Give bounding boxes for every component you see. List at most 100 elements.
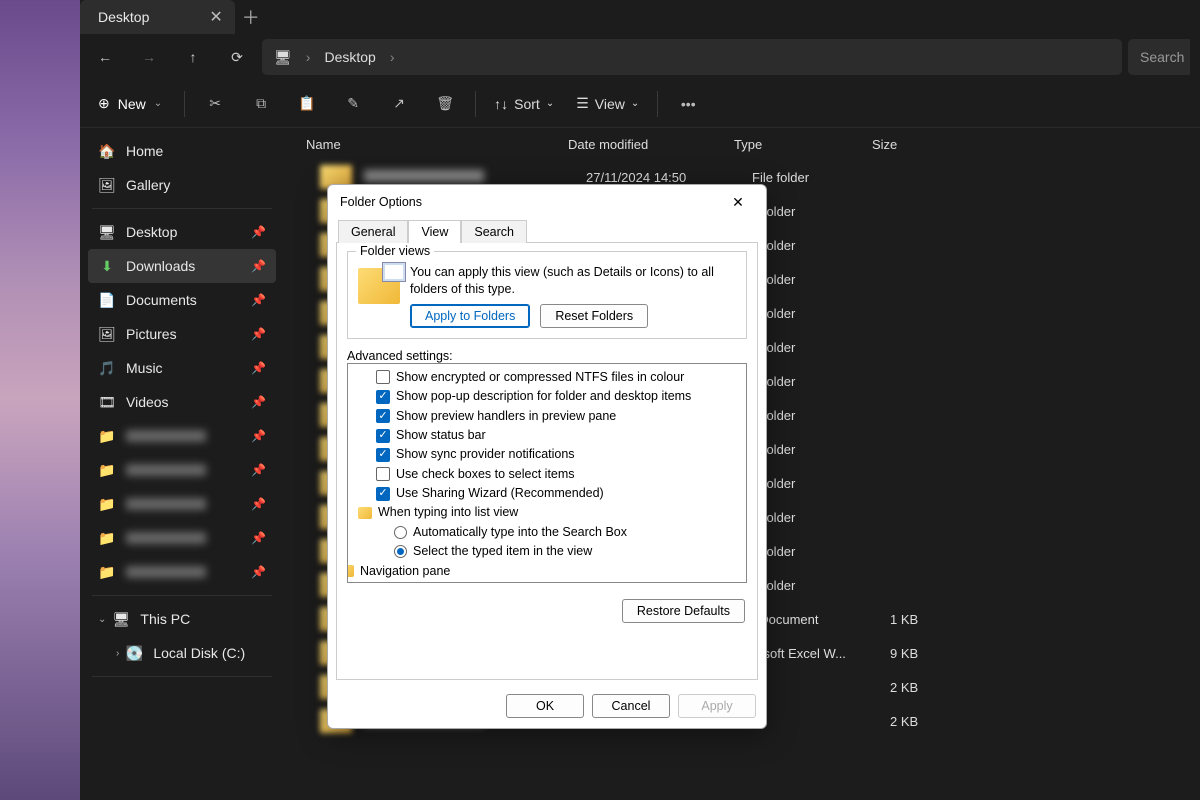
checkbox[interactable] bbox=[376, 467, 390, 481]
col-date[interactable]: Date modified bbox=[568, 137, 734, 152]
checkbox[interactable]: ✓ bbox=[376, 487, 390, 501]
ok-button[interactable]: OK bbox=[506, 694, 584, 718]
setting-row[interactable]: Always show availability status bbox=[376, 581, 740, 583]
folder-options-dialog: Folder Options ✕ General View Search Fol… bbox=[327, 184, 767, 729]
setting-row[interactable]: Navigation pane bbox=[358, 562, 740, 581]
dialog-footer: OK Cancel Apply bbox=[328, 688, 766, 728]
new-button[interactable]: ⊕ New ⌄ bbox=[86, 89, 174, 118]
back-button[interactable]: ← bbox=[86, 38, 124, 76]
pin-icon: 📌 bbox=[251, 429, 266, 443]
tab-search[interactable]: Search bbox=[461, 220, 527, 243]
file-type: e folder bbox=[752, 340, 890, 355]
setting-label: Show encrypted or compressed NTFS files … bbox=[396, 368, 684, 387]
delete-button[interactable]: 🗑 bbox=[425, 84, 465, 124]
search-input[interactable]: Search bbox=[1128, 39, 1190, 75]
apply-to-folders-button[interactable]: Apply to Folders bbox=[410, 304, 530, 328]
setting-row[interactable]: ✓Show sync provider notifications bbox=[376, 445, 740, 464]
more-button[interactable]: ••• bbox=[668, 84, 708, 124]
restore-defaults-button[interactable]: Restore Defaults bbox=[622, 599, 745, 623]
paste-button[interactable]: 📋 bbox=[287, 84, 327, 124]
setting-label: Use check boxes to select items bbox=[396, 465, 575, 484]
file-name bbox=[364, 170, 586, 185]
sidebar-item-music[interactable]: 🎵Music📌 bbox=[88, 351, 276, 385]
setting-row[interactable]: Select the typed item in the view bbox=[376, 542, 740, 561]
copy-icon: ⧉ bbox=[256, 95, 266, 112]
setting-row[interactable]: When typing into list view bbox=[376, 503, 740, 522]
separator bbox=[92, 208, 272, 209]
radio[interactable] bbox=[394, 526, 407, 539]
sort-button[interactable]: ↑↓Sort⌄ bbox=[486, 92, 562, 116]
new-tab-button[interactable]: ＋ bbox=[235, 0, 267, 34]
rename-button[interactable]: ✎ bbox=[333, 84, 373, 124]
document-icon: 📄 bbox=[98, 291, 116, 309]
setting-row[interactable]: Use check boxes to select items bbox=[376, 465, 740, 484]
sidebar-item-gallery[interactable]: 🖼Gallery bbox=[88, 168, 276, 202]
checkbox[interactable]: ✓ bbox=[376, 409, 390, 423]
sidebar-item-videos[interactable]: 🎞Videos📌 bbox=[88, 385, 276, 419]
setting-row[interactable]: ✓Show status bar bbox=[376, 426, 740, 445]
sidebar-item-downloads[interactable]: ⬇Downloads📌 bbox=[88, 249, 276, 283]
download-icon: ⬇ bbox=[98, 257, 116, 275]
sidebar-item-folder[interactable]: 📁📌 bbox=[88, 453, 276, 487]
sidebar-item-home[interactable]: 🏠Home bbox=[88, 134, 276, 168]
up-button[interactable]: ↑ bbox=[174, 38, 212, 76]
tab-view[interactable]: View bbox=[408, 220, 461, 243]
tab-general[interactable]: General bbox=[338, 220, 408, 243]
checkbox[interactable] bbox=[376, 370, 390, 384]
checkbox[interactable]: ✓ bbox=[376, 390, 390, 404]
checkbox[interactable]: ✓ bbox=[376, 429, 390, 443]
sidebar-item-desktop[interactable]: 🖥Desktop📌 bbox=[88, 215, 276, 249]
sidebar-item-folder[interactable]: 📁📌 bbox=[88, 487, 276, 521]
sidebar-item-thispc[interactable]: ⌄🖥This PC bbox=[88, 602, 276, 636]
file-type: e folder bbox=[752, 510, 890, 525]
apply-button[interactable]: Apply bbox=[678, 694, 756, 718]
setting-row[interactable]: ✓Use Sharing Wizard (Recommended) bbox=[376, 484, 740, 503]
sidebar-item-folder[interactable]: 📁📌 bbox=[88, 521, 276, 555]
breadcrumb-desktop[interactable]: Desktop bbox=[324, 49, 375, 65]
checkbox[interactable]: ✓ bbox=[376, 448, 390, 462]
view-button[interactable]: ☰View⌄ bbox=[568, 91, 647, 116]
advanced-settings-list[interactable]: Show encrypted or compressed NTFS files … bbox=[347, 363, 747, 583]
forward-button[interactable]: → bbox=[130, 38, 168, 76]
file-type: e folder bbox=[752, 442, 890, 457]
col-size[interactable]: Size bbox=[872, 137, 992, 152]
setting-row[interactable]: ✓Show pop-up description for folder and … bbox=[376, 387, 740, 406]
file-size: 2 KB bbox=[890, 714, 1010, 729]
disk-icon: 💽 bbox=[125, 644, 143, 662]
copy-button[interactable]: ⧉ bbox=[241, 84, 281, 124]
folder-icon: 📁 bbox=[98, 495, 116, 513]
close-tab-icon[interactable]: ✕ bbox=[209, 7, 222, 27]
pin-icon: 📌 bbox=[251, 395, 266, 409]
cut-button[interactable]: ✂ bbox=[195, 84, 235, 124]
share-button[interactable]: ↗ bbox=[379, 84, 419, 124]
radio[interactable] bbox=[394, 545, 407, 558]
tab-title: Desktop bbox=[98, 9, 149, 25]
active-tab[interactable]: Desktop ✕ bbox=[80, 0, 235, 34]
cancel-button[interactable]: Cancel bbox=[592, 694, 670, 718]
pin-icon: 📌 bbox=[251, 225, 266, 239]
chevron-right-icon: › bbox=[390, 49, 395, 65]
col-name[interactable]: Name bbox=[300, 137, 568, 152]
chevron-right-icon: › bbox=[116, 648, 119, 659]
pin-icon: 📌 bbox=[251, 565, 266, 579]
file-type: File folder bbox=[752, 170, 890, 185]
sidebar-item-folder[interactable]: 📁📌 bbox=[88, 555, 276, 589]
trash-icon: 🗑 bbox=[436, 95, 454, 112]
col-type[interactable]: Type bbox=[734, 137, 872, 152]
sidebar-item-documents[interactable]: 📄Documents📌 bbox=[88, 283, 276, 317]
setting-row[interactable]: Automatically type into the Search Box bbox=[376, 523, 740, 542]
navigation-row: ← → ↑ ⟳ 🖥 › Desktop › Search bbox=[80, 34, 1200, 80]
chevron-down-icon: ⌄ bbox=[98, 614, 106, 625]
dialog-close-button[interactable]: ✕ bbox=[720, 188, 756, 216]
address-bar[interactable]: 🖥 › Desktop › bbox=[262, 39, 1122, 75]
file-type: e folder bbox=[752, 374, 890, 389]
sidebar-item-folder[interactable]: 📁📌 bbox=[88, 419, 276, 453]
setting-row[interactable]: ✓Show preview handlers in preview pane bbox=[376, 407, 740, 426]
setting-row[interactable]: Show encrypted or compressed NTFS files … bbox=[376, 368, 740, 387]
sidebar-item-pictures[interactable]: 🖼Pictures📌 bbox=[88, 317, 276, 351]
sidebar-item-localdisk[interactable]: ›💽Local Disk (C:) bbox=[88, 636, 276, 670]
reset-folders-button[interactable]: Reset Folders bbox=[540, 304, 648, 328]
file-size: 1 KB bbox=[890, 612, 1010, 627]
separator bbox=[184, 91, 185, 117]
refresh-button[interactable]: ⟳ bbox=[218, 38, 256, 76]
